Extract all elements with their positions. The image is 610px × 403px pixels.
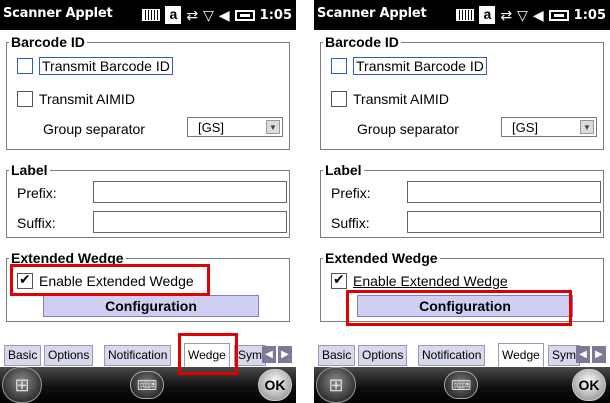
transmit-barcode-id-label[interactable]: Transmit Barcode ID	[39, 57, 173, 75]
keyboard-toggle-icon[interactable]: ⌨	[444, 371, 478, 399]
transmit-aimid-label[interactable]: Transmit AIMID	[353, 91, 449, 107]
suffix-field[interactable]	[93, 211, 287, 233]
tab-bar: Basic Options Notification Wedge Sym ◀ ▶	[314, 343, 610, 367]
no-signal-icon[interactable]: ▽	[517, 6, 528, 24]
status-bar: Scanner Applet a ⇄ ▽ ◀ 1:05	[0, 0, 296, 30]
battery-icon[interactable]	[234, 9, 255, 21]
enable-extended-wedge-label[interactable]: Enable Extended Wedge	[353, 273, 508, 289]
keyboard-icon[interactable]	[456, 9, 475, 21]
group-separator-select[interactable]: [GS] ▼	[187, 117, 283, 137]
transmit-barcode-id-checkbox[interactable]	[17, 58, 33, 74]
transmit-aimid-checkbox[interactable]	[331, 91, 347, 107]
no-signal-icon[interactable]: ▽	[203, 6, 214, 24]
input-mode-badge[interactable]: a	[165, 6, 182, 24]
prefix-label: Prefix:	[17, 185, 57, 201]
group-separator-value: [GS]	[198, 120, 225, 135]
group-separator-label: Group separator	[357, 121, 459, 137]
barcode-id-group-title: Barcode ID	[323, 33, 401, 51]
suffix-label: Suffix:	[331, 215, 370, 231]
app-title: Scanner Applet	[3, 6, 113, 21]
tab-scroll-right-icon[interactable]: ▶	[592, 346, 606, 363]
clock[interactable]: 1:05	[574, 8, 606, 23]
transmit-barcode-id-row[interactable]: Transmit Barcode ID	[17, 57, 173, 75]
taskbar: ⊞ ⌨ OK	[0, 367, 296, 403]
taskbar: ⊞ ⌨ OK	[314, 367, 610, 403]
prefix-field[interactable]	[407, 181, 601, 203]
transmit-aimid-label[interactable]: Transmit AIMID	[39, 91, 135, 107]
volume-icon[interactable]: ◀	[219, 6, 230, 24]
transmit-barcode-id-label[interactable]: Transmit Barcode ID	[353, 57, 487, 75]
tab-options[interactable]: Options	[44, 345, 94, 366]
sync-icon[interactable]: ⇄	[186, 6, 198, 24]
tab-notification[interactable]: Notification	[104, 345, 172, 366]
chevron-down-icon[interactable]: ▼	[580, 120, 594, 134]
tab-wedge[interactable]: Wedge	[498, 343, 544, 367]
highlight-configuration-button	[346, 290, 572, 326]
status-icons: a ⇄ ▽ ◀ 1:05	[456, 5, 606, 25]
group-separator-select[interactable]: [GS] ▼	[501, 117, 597, 137]
highlight-wedge-tab	[178, 333, 238, 375]
app-title: Scanner Applet	[317, 6, 427, 21]
barcode-id-group: Barcode ID Transmit Barcode ID Transmit …	[320, 33, 604, 150]
windows-start-icon[interactable]: ⊞	[2, 367, 42, 403]
volume-icon[interactable]: ◀	[533, 6, 544, 24]
prefix-label: Prefix:	[331, 185, 371, 201]
enable-extended-wedge-checkbox[interactable]	[331, 271, 347, 289]
input-mode-badge[interactable]: a	[479, 6, 496, 24]
transmit-aimid-checkbox[interactable]	[17, 91, 33, 107]
tab-options[interactable]: Options	[358, 345, 408, 366]
battery-icon[interactable]	[548, 9, 569, 21]
tab-scroll-right-icon[interactable]: ▶	[278, 346, 292, 363]
keyboard-toggle-icon[interactable]: ⌨	[130, 371, 164, 399]
barcode-id-group: Barcode ID Transmit Barcode ID Transmit …	[6, 33, 290, 150]
windows-start-icon[interactable]: ⊞	[316, 367, 356, 403]
clock[interactable]: 1:05	[260, 8, 292, 23]
tab-bar: Basic Options Notification Wedge Sym ◀ ▶	[0, 343, 296, 367]
highlight-enable-extended-wedge	[10, 264, 210, 296]
label-group-title: Label	[9, 161, 50, 179]
ok-button[interactable]: OK	[572, 369, 606, 401]
suffix-field[interactable]	[407, 211, 601, 233]
label-group-title: Label	[323, 161, 364, 179]
keyboard-icon[interactable]	[142, 9, 161, 21]
screen-right: Scanner Applet a ⇄ ▽ ◀ 1:05 Barcode ID T…	[314, 0, 610, 403]
transmit-barcode-id-checkbox[interactable]	[331, 58, 347, 74]
configuration-button[interactable]: Configuration	[43, 295, 259, 317]
group-separator-value: [GS]	[512, 120, 539, 135]
tab-basic[interactable]: Basic	[4, 345, 42, 366]
status-icons: a ⇄ ▽ ◀ 1:05	[142, 5, 292, 25]
tab-basic[interactable]: Basic	[318, 345, 356, 366]
enable-extended-wedge-row[interactable]: Enable Extended Wedge	[331, 271, 508, 289]
transmit-barcode-id-row[interactable]: Transmit Barcode ID	[331, 57, 487, 75]
suffix-label: Suffix:	[17, 215, 56, 231]
ok-button[interactable]: OK	[258, 369, 292, 401]
barcode-id-group-title: Barcode ID	[9, 33, 87, 51]
tab-notification[interactable]: Notification	[418, 345, 486, 366]
label-group: Label Prefix: Suffix:	[6, 161, 290, 238]
transmit-aimid-row[interactable]: Transmit AIMID	[331, 91, 449, 107]
status-bar: Scanner Applet a ⇄ ▽ ◀ 1:05	[314, 0, 610, 30]
prefix-field[interactable]	[93, 181, 287, 203]
transmit-aimid-row[interactable]: Transmit AIMID	[17, 91, 135, 107]
tab-scroll-left-icon[interactable]: ◀	[262, 346, 276, 363]
group-separator-label: Group separator	[43, 121, 145, 137]
chevron-down-icon[interactable]: ▼	[266, 120, 280, 134]
sync-icon[interactable]: ⇄	[500, 6, 512, 24]
screen-left: Scanner Applet a ⇄ ▽ ◀ 1:05 Barcode ID T…	[0, 0, 296, 403]
label-group: Label Prefix: Suffix:	[320, 161, 604, 238]
tab-scroll-left-icon[interactable]: ◀	[576, 346, 590, 363]
extended-wedge-group-title: Extended Wedge	[323, 249, 440, 267]
